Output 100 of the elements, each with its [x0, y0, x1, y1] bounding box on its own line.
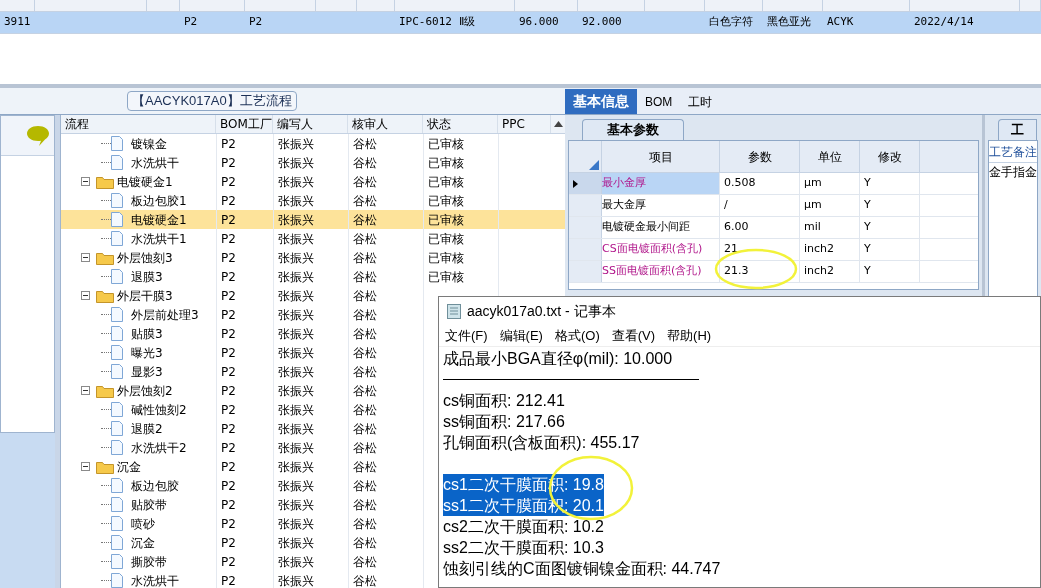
tree-row[interactable]: 电镀硬金1 P2 张振兴 谷松 已审核: [61, 172, 565, 191]
sub-tab[interactable]: 工: [998, 119, 1037, 140]
table-cell-text: 张振兴: [278, 287, 314, 305]
table-cell-text: 张振兴: [278, 477, 314, 495]
collapse-icon[interactable]: [81, 291, 90, 300]
tree-item-label: 电镀硬金1: [117, 173, 173, 191]
collapse-icon[interactable]: [81, 462, 90, 471]
text-line: cs铜面积: 212.41: [443, 391, 565, 411]
column-header[interactable]: 编写人: [273, 115, 348, 133]
column-header[interactable]: PPC: [498, 115, 551, 133]
table-cell-text: 谷松: [353, 420, 377, 438]
menu-item[interactable]: 查看(V): [611, 325, 656, 346]
tree-row[interactable]: 水洗烘干 P2 张振兴 谷松 已审核: [61, 153, 565, 172]
document-icon: [111, 212, 123, 227]
tree-item-label: 显影3: [131, 363, 163, 381]
table-cell: 21: [720, 239, 800, 260]
column-header[interactable]: BOM工厂: [216, 115, 273, 133]
table-cell-text: 谷松: [353, 192, 377, 210]
column-header[interactable]: 核审人: [348, 115, 423, 133]
table-cell-text: 张振兴: [278, 515, 314, 533]
tree-item-label: 贴膜3: [131, 325, 163, 343]
table-cell: 电镀硬金最小间距: [602, 217, 720, 238]
table-cell-text: 谷松: [353, 496, 377, 514]
table-cell-text: 谷松: [353, 382, 377, 400]
table-cell-text: P2: [221, 344, 236, 362]
folder-icon: [96, 174, 114, 189]
tree-row[interactable]: 电镀硬金1 P2 张振兴 谷松 已审核: [61, 210, 565, 229]
table-cell-text: 张振兴: [278, 154, 314, 172]
menu-item[interactable]: 文件(F): [445, 325, 488, 346]
table-cell: 最小金厚: [602, 173, 720, 194]
column-header[interactable]: 参数: [720, 141, 800, 172]
table-cell-text: 已审核: [428, 173, 464, 191]
text-line: ss铜面积: 217.66: [443, 412, 565, 432]
table-cell: μm: [800, 173, 860, 194]
tab[interactable]: 基本信息: [565, 89, 637, 114]
table-cell-text: P2: [221, 154, 236, 172]
table-cell: 最大金厚: [602, 195, 720, 216]
menu-item[interactable]: 帮助(H): [667, 325, 712, 346]
column-header[interactable]: 项目: [602, 141, 720, 172]
table-cell-text: 张振兴: [278, 382, 314, 400]
text-line: ss2二次干膜面积: 10.3: [443, 538, 604, 558]
table-cell: μm: [800, 195, 860, 216]
column-header[interactable]: 流程: [61, 115, 216, 133]
table-cell-text: 谷松: [353, 306, 377, 324]
table-cell: inch2: [800, 261, 860, 282]
column-header[interactable]: 单位: [800, 141, 860, 172]
tab[interactable]: BOM: [637, 89, 681, 114]
table-cell-text: 谷松: [353, 401, 377, 419]
tab[interactable]: 工时: [680, 89, 721, 114]
table-cell-text: 张振兴: [278, 344, 314, 362]
tree-row[interactable]: 镀镍金 P2 张振兴 谷松 已审核: [61, 134, 565, 153]
tree-row[interactable]: 退膜3 P2 张振兴 谷松 已审核: [61, 267, 565, 286]
table-cell-text: P2: [221, 439, 236, 457]
collapse-icon[interactable]: [81, 386, 90, 395]
table-cell-text: 张振兴: [278, 439, 314, 457]
tree-item-label: 贴胶带: [131, 496, 167, 514]
table-cell-text: P2: [221, 268, 236, 286]
column-header[interactable]: 修改: [860, 141, 920, 172]
text-line: 蚀刻引线的C面图镀铜镍金面积: 44.747: [443, 559, 721, 579]
table-cell-text: P2: [221, 325, 236, 343]
table-cell: mil: [800, 217, 860, 238]
table-cell: /: [720, 195, 800, 216]
sub-tab[interactable]: 基本参数: [582, 119, 684, 140]
table-cell-text: P2: [221, 230, 236, 248]
tree-row[interactable]: 外层蚀刻3 P2 张振兴 谷松 已审核: [61, 248, 565, 267]
document-icon: [111, 478, 123, 493]
table-cell-text: 已审核: [428, 249, 464, 267]
table-cell-text: 已审核: [428, 268, 464, 286]
tree-row[interactable]: 水洗烘干1 P2 张振兴 谷松 已审核: [61, 229, 565, 248]
table-cell-text: 谷松: [353, 439, 377, 457]
document-icon: [111, 326, 123, 341]
row-header[interactable]: [569, 173, 602, 194]
collapse-icon[interactable]: [81, 177, 90, 186]
table-cell-text: 谷松: [353, 287, 377, 305]
table-cell-text: P2: [221, 249, 236, 267]
grid-row[interactable]: 3911 P2 P2 IPC-6012 Ⅱ级 96.000 92.000 白色字符 黑色亚光 ACYK 2022/4/14: [0, 12, 1041, 34]
tree-item-label: 镀镍金: [131, 135, 167, 153]
menu-item[interactable]: 格式(O): [554, 325, 600, 346]
collapse-icon[interactable]: [81, 253, 90, 262]
folder-icon: [96, 250, 114, 265]
tree-item-label: 外层蚀刻2: [117, 382, 173, 400]
tree-item-label: 水洗烘干: [131, 154, 179, 172]
table-cell-text: 谷松: [353, 211, 377, 229]
table-cell-text: 张振兴: [278, 325, 314, 343]
document-icon: [111, 497, 123, 512]
table-cell-text: 谷松: [353, 173, 377, 191]
scroll-up-icon[interactable]: [553, 121, 563, 127]
table-cell-text: 谷松: [353, 230, 377, 248]
document-icon: [111, 421, 123, 436]
menu-item[interactable]: 编辑(E): [499, 325, 543, 346]
column-header[interactable]: 状态: [423, 115, 498, 133]
table-cell-text: 谷松: [353, 363, 377, 381]
table-cell-text: 张振兴: [278, 534, 314, 552]
table-cell-text: P2: [221, 553, 236, 571]
table-cell: Y: [860, 195, 920, 216]
table-cell: 0.508: [720, 173, 800, 194]
tree-item-label: 沉金: [117, 458, 141, 476]
table-cell-text: 张振兴: [278, 173, 314, 191]
text-line: 成品最小BGA直径φ(mil): 10.000: [443, 349, 673, 369]
document-icon: [111, 402, 123, 417]
